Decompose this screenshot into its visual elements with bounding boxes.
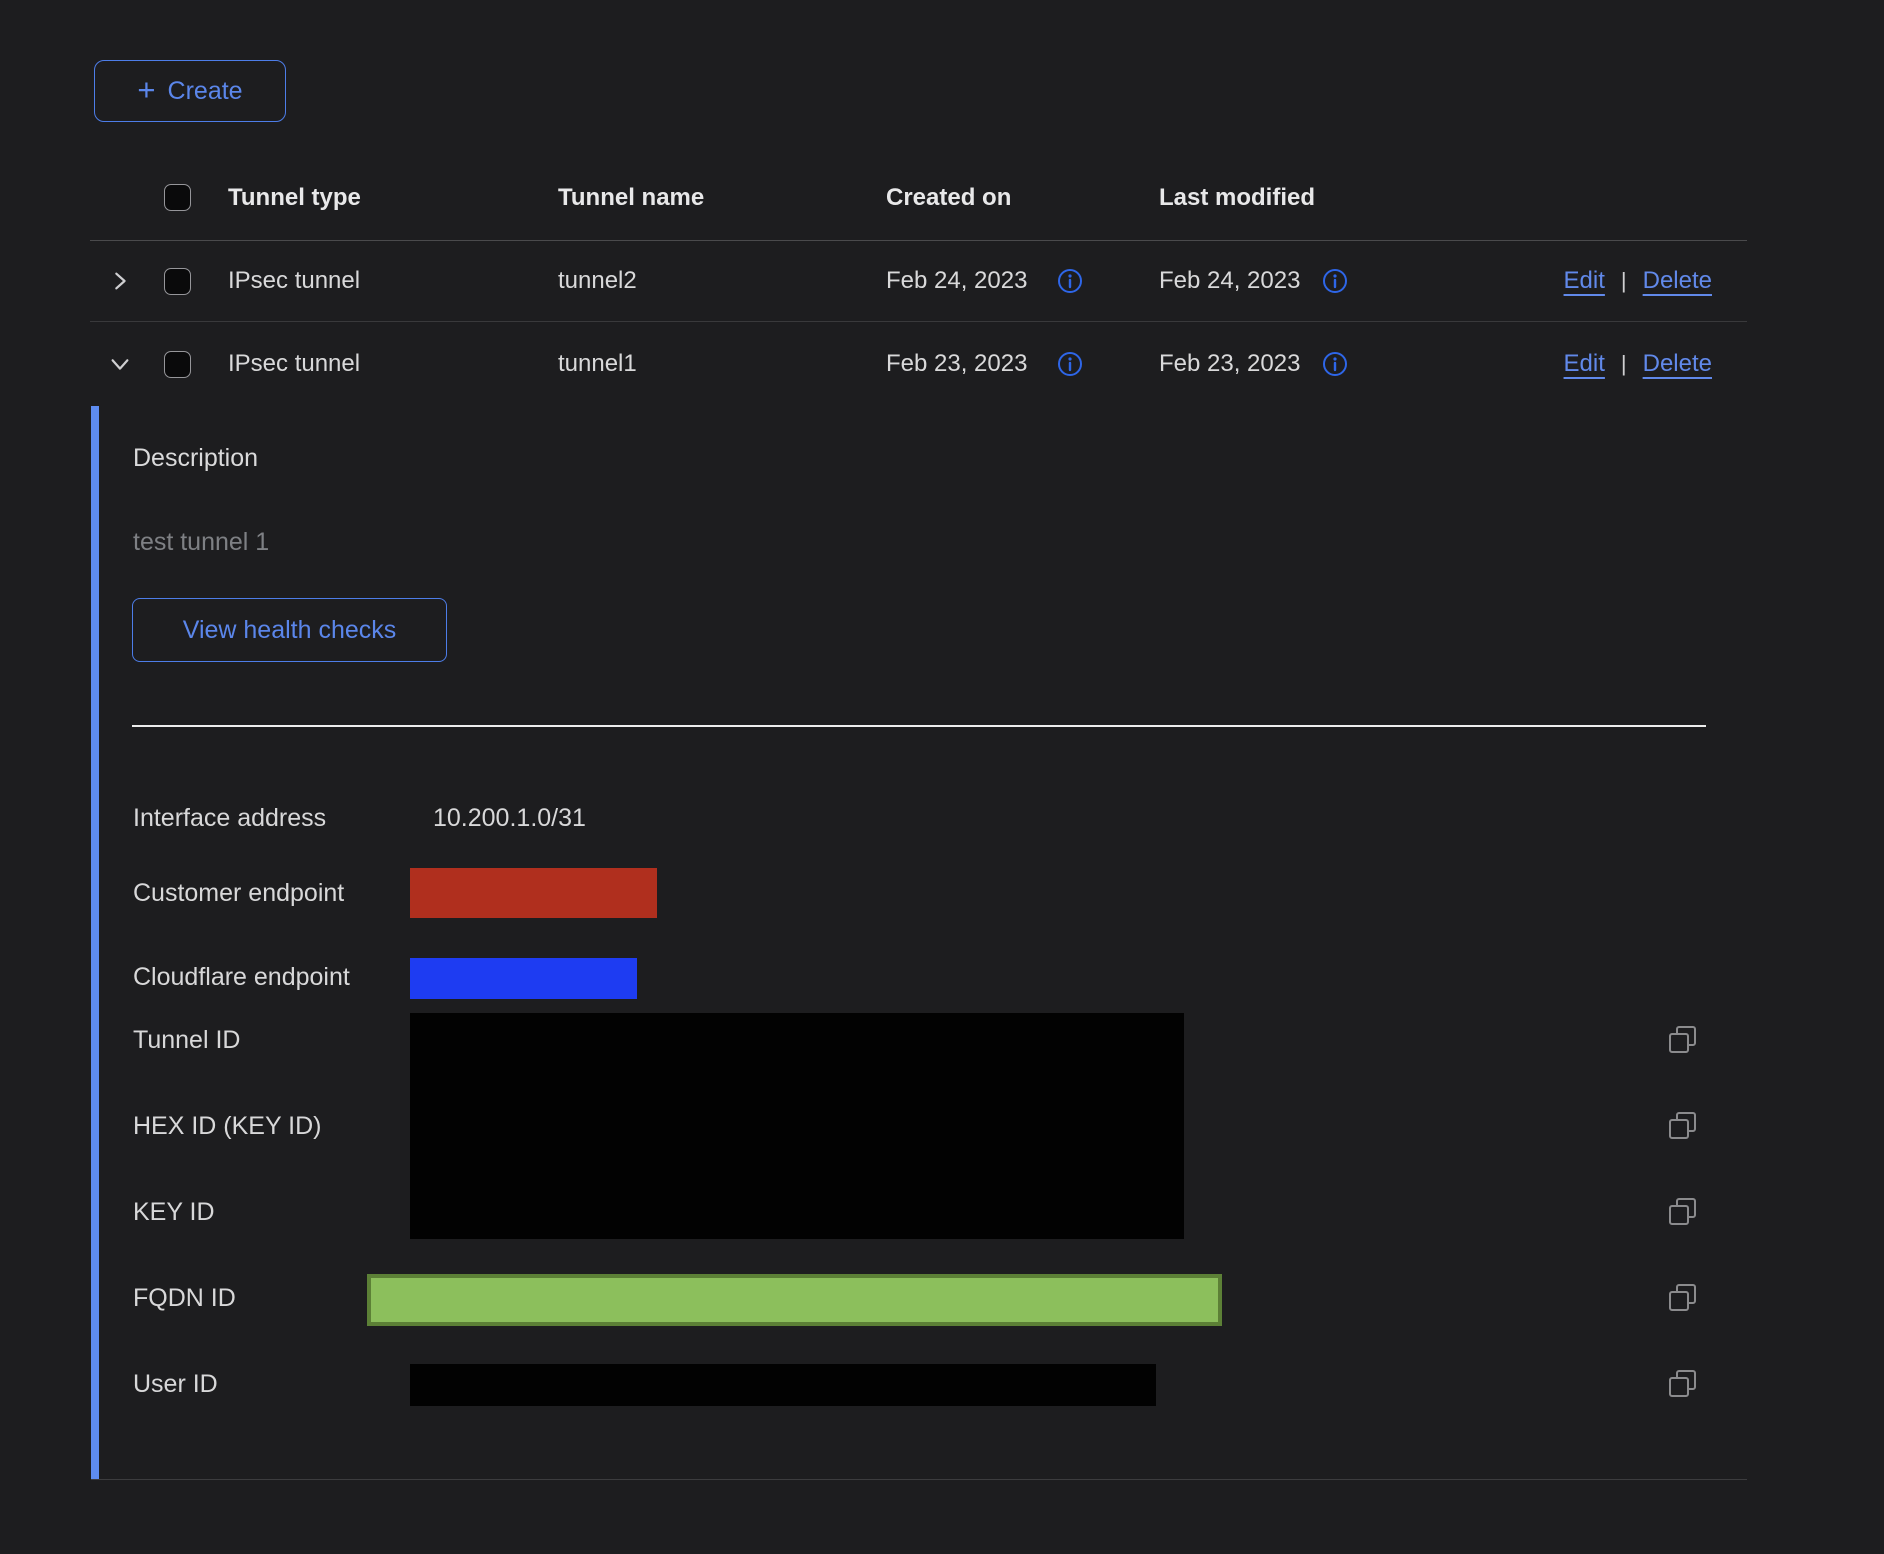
- copy-icon: [1668, 1111, 1698, 1141]
- table-row: IPsec tunnel tunnel1 Feb 23, 2023 Feb 23…: [90, 322, 1747, 406]
- user-id-redacted-value: [410, 1364, 1156, 1406]
- create-button[interactable]: + Create: [94, 60, 286, 122]
- hex-id-label: HEX ID (KEY ID): [133, 1112, 321, 1141]
- last-modified-cell: Feb 24, 2023: [1159, 267, 1300, 295]
- header-last-modified: Last modified: [1159, 184, 1459, 212]
- info-icon[interactable]: [1057, 351, 1083, 377]
- section-divider: [132, 725, 1706, 727]
- chevron-down-icon: [109, 353, 131, 375]
- action-separator: |: [1621, 351, 1627, 377]
- view-health-checks-button[interactable]: View health checks: [132, 598, 447, 662]
- tunnels-page: + Create Tunnel type Tunnel name Created…: [0, 0, 1884, 1554]
- delete-link[interactable]: Delete: [1643, 350, 1712, 378]
- copy-user-id-button[interactable]: [1668, 1369, 1698, 1399]
- tunnel-type-cell: IPsec tunnel: [228, 267, 558, 295]
- delete-link[interactable]: Delete: [1643, 267, 1712, 295]
- row-checkbox[interactable]: [164, 268, 191, 295]
- table-header-row: Tunnel type Tunnel name Created on Last …: [90, 155, 1747, 241]
- copy-icon: [1668, 1025, 1698, 1055]
- fqdn-id-label: FQDN ID: [133, 1284, 236, 1313]
- tunnel-type-cell: IPsec tunnel: [228, 350, 558, 378]
- user-id-label: User ID: [133, 1370, 218, 1399]
- copy-key-id-button[interactable]: [1668, 1197, 1698, 1227]
- copy-icon: [1668, 1369, 1698, 1399]
- edit-link[interactable]: Edit: [1564, 350, 1605, 378]
- header-created-on: Created on: [886, 184, 1159, 212]
- description-label: Description: [133, 444, 258, 473]
- collapse-row-button[interactable]: [105, 349, 135, 379]
- info-icon[interactable]: [1322, 351, 1348, 377]
- copy-tunnel-id-button[interactable]: [1668, 1025, 1698, 1055]
- info-icon[interactable]: [1322, 268, 1348, 294]
- select-all-checkbox[interactable]: [164, 184, 191, 211]
- interface-address-value: 10.200.1.0/31: [433, 804, 586, 833]
- table-row: IPsec tunnel tunnel2 Feb 24, 2023 Feb 24…: [90, 241, 1747, 322]
- customer-endpoint-label: Customer endpoint: [133, 879, 344, 908]
- create-button-label: Create: [168, 77, 243, 106]
- key-id-label: KEY ID: [133, 1198, 215, 1227]
- copy-icon: [1668, 1197, 1698, 1227]
- copy-hex-id-button[interactable]: [1668, 1111, 1698, 1141]
- interface-address-label: Interface address: [133, 804, 326, 833]
- tunnel-name-cell: tunnel2: [558, 267, 886, 295]
- row-checkbox[interactable]: [164, 351, 191, 378]
- chevron-right-icon: [109, 270, 131, 292]
- created-on-cell: Feb 24, 2023: [886, 267, 1027, 295]
- action-separator: |: [1621, 268, 1627, 294]
- plus-icon: +: [137, 74, 155, 105]
- ids-redacted-values: [410, 1013, 1184, 1239]
- header-tunnel-type: Tunnel type: [228, 184, 558, 212]
- created-on-cell: Feb 23, 2023: [886, 350, 1027, 378]
- customer-endpoint-redacted-value: [410, 868, 657, 918]
- fqdn-id-redacted-value: [367, 1274, 1222, 1326]
- last-modified-cell: Feb 23, 2023: [1159, 350, 1300, 378]
- edit-link[interactable]: Edit: [1564, 267, 1605, 295]
- cloudflare-endpoint-redacted-value: [410, 958, 637, 999]
- expand-row-button[interactable]: [105, 266, 135, 296]
- header-tunnel-name: Tunnel name: [558, 184, 886, 212]
- tunnel-name-cell: tunnel1: [558, 350, 886, 378]
- cloudflare-endpoint-label: Cloudflare endpoint: [133, 963, 350, 992]
- copy-fqdn-id-button[interactable]: [1668, 1283, 1698, 1313]
- tunnel-table: Tunnel type Tunnel name Created on Last …: [90, 155, 1747, 406]
- tunnel-id-label: Tunnel ID: [133, 1026, 240, 1055]
- description-value: test tunnel 1: [133, 528, 269, 557]
- info-icon[interactable]: [1057, 268, 1083, 294]
- copy-icon: [1668, 1283, 1698, 1313]
- expanded-row-accent-bar: [91, 406, 99, 1480]
- view-health-checks-label: View health checks: [183, 616, 397, 645]
- table-bottom-divider: [91, 1479, 1747, 1480]
